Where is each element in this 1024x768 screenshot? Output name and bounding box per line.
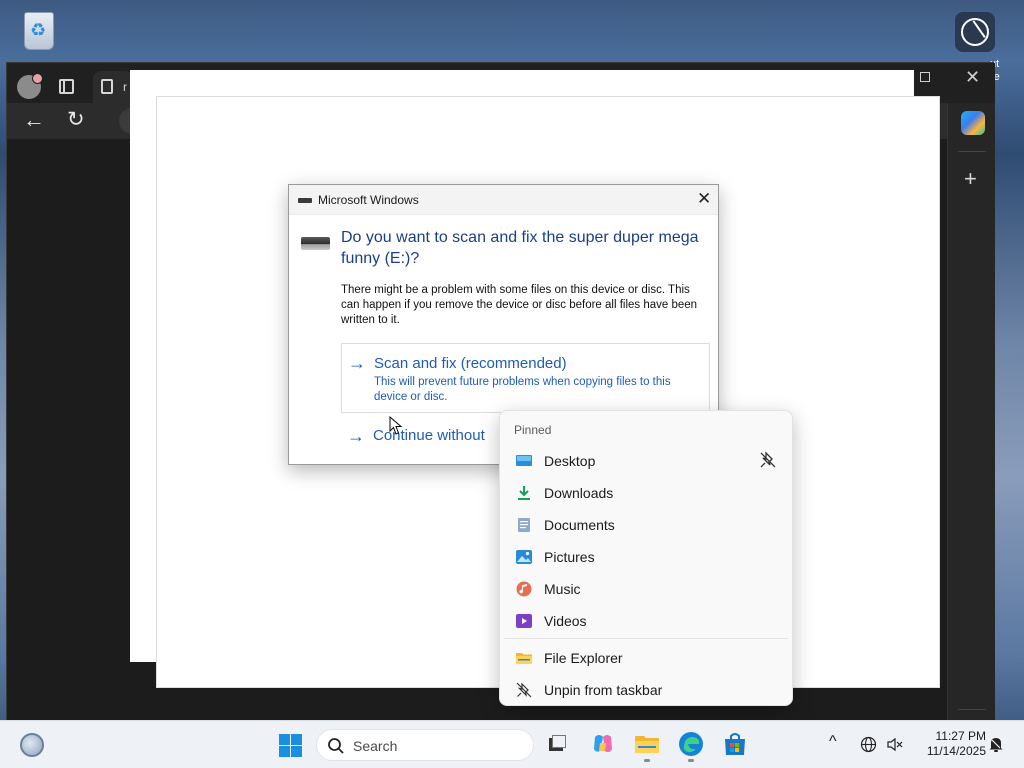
mouse-cursor-icon [389,416,403,435]
add-icon[interactable]: + [964,167,977,191]
corner-app-icon[interactable] [955,12,995,52]
dialog-title: Microsoft Windows [318,193,419,207]
tab-actions-icon[interactable] [59,79,74,94]
globe-icon[interactable] [860,736,877,753]
clock-date: 11/14/2025 [926,744,986,758]
store-icon[interactable] [722,731,748,757]
file-explorer-icon [516,653,532,664]
jump-item-downloads[interactable]: Downloads [504,478,788,508]
reload-icon[interactable]: ↻ [67,108,85,132]
jump-item-label: Videos [544,613,587,629]
browser-sidebar: + [947,103,995,721]
arrow-right-icon: → [347,426,365,446]
dialog-heading: Do you want to scan and fix the super du… [341,229,699,267]
copilot-icon[interactable] [590,731,616,757]
documents-icon [518,518,530,532]
jump-item-label: Downloads [544,485,614,501]
taskbar-search-box[interactable]: Search [316,729,534,761]
jump-item-label: Unpin from taskbar [544,682,663,698]
edge-taskbar-icon[interactable] [678,731,704,762]
browser-tab[interactable]: r [93,71,133,103]
widgets-icon[interactable] [20,733,44,757]
copilot-icon[interactable] [961,111,985,135]
clock-time: 11:27 PM [935,729,986,743]
unpin-icon [516,682,532,698]
divider [958,709,986,710]
file-explorer-taskbar-icon[interactable] [634,731,660,762]
jump-item-music[interactable]: Music [504,574,788,604]
arrow-right-icon: → [348,353,366,373]
pinned-section-label: Pinned [514,423,552,437]
recycle-bin-icon[interactable] [18,8,60,54]
videos-icon [516,614,532,628]
divider [504,638,788,639]
task-view-icon[interactable] [544,731,570,757]
jump-item-file-explorer[interactable]: File Explorer [504,643,788,673]
jump-item-videos[interactable]: Videos [504,606,788,636]
music-icon [516,581,532,597]
dialog-titlebar: Microsoft Windows ✕ [289,185,718,215]
jump-item-desktop[interactable]: Desktop [504,446,788,476]
dialog-close-button[interactable]: ✕ [697,190,711,208]
downloads-icon [518,486,530,500]
back-icon[interactable]: ← [23,108,45,132]
jump-item-label: Documents [544,517,615,533]
profile-avatar[interactable] [17,73,43,99]
jump-item-label: Music [544,581,581,597]
start-button[interactable] [279,734,302,757]
file-explorer-icon [635,736,659,753]
search-icon [328,738,344,754]
jump-item-label: File Explorer [544,650,623,666]
dialog-body: There might be a problem with some files… [341,284,698,326]
running-indicator [644,759,650,762]
chevron-up-icon[interactable]: ^ [829,733,837,751]
jump-item-unpin[interactable]: Unpin from taskbar [504,675,788,705]
divider [958,151,986,152]
jump-item-documents[interactable]: Documents [504,510,788,540]
edge-icon [679,732,703,756]
running-indicator [688,759,694,762]
page-icon [101,79,113,94]
desktop-icon [516,455,532,466]
pictures-icon [516,550,532,564]
browser-tab-title: r [123,80,127,94]
drive-icon [298,198,312,203]
scan-and-fix-option[interactable]: → Scan and fix (recommended) This will p… [341,343,710,413]
notification-bell-icon[interactable] [988,736,1004,753]
jump-item-label: Pictures [544,549,595,565]
unpin-icon[interactable] [758,450,778,470]
speaker-muted-icon[interactable] [886,736,904,753]
maximize-icon[interactable] [920,72,930,82]
search-placeholder: Search [353,738,398,754]
jump-item-label: Desktop [544,453,596,469]
option-title: Scan and fix (recommended) [374,355,567,372]
taskbar: Search ^ 11:27 PM 11/14/2025 [0,720,1024,768]
drive-icon [301,237,330,250]
taskbar-jump-list: Pinned Desktop Downloads Documents Pictu… [499,410,793,706]
jump-item-pictures[interactable]: Pictures [504,542,788,572]
option-description: This will prevent future problems when c… [374,376,671,403]
clock[interactable]: 11:27 PM 11/14/2025 [912,729,986,759]
close-icon[interactable]: ✕ [965,67,980,87]
